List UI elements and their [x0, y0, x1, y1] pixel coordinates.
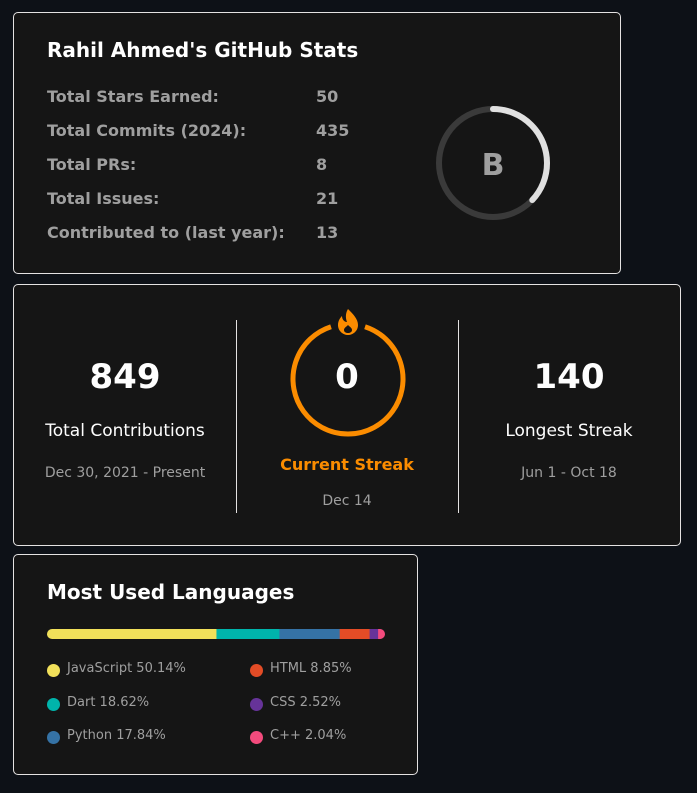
language-bar [47, 629, 385, 639]
longest-streak-section: 140 Longest Streak Jun 1 - Oct 18 [458, 285, 680, 547]
stat-label: Total Issues: [47, 189, 160, 208]
stat-value: 8 [316, 155, 328, 174]
divider-left [236, 320, 237, 513]
longest-streak-range: Jun 1 - Oct 18 [521, 465, 617, 481]
current-streak-label: Current Streak [280, 455, 414, 474]
stat-label: Total PRs: [47, 155, 137, 174]
rank-letter: B [482, 148, 505, 183]
stat-value: 13 [316, 223, 339, 242]
stat-value: 50 [316, 87, 339, 106]
language-label: Python 17.84% [67, 728, 166, 743]
total-contributions-value: 849 [89, 357, 161, 397]
language-color-dot [47, 698, 60, 711]
language-bar-segment-cpp [378, 629, 385, 639]
languages-card: Most Used Languages JavaScript 50.14% Dar… [13, 554, 418, 775]
total-contributions-range: Dec 30, 2021 - Present [44, 465, 206, 481]
language-label: HTML 8.85% [270, 661, 352, 676]
total-contributions-section: 849 Total Contributions Dec 30, 2021 - P… [14, 285, 236, 547]
language-color-dot [47, 664, 60, 677]
language-color-dot [47, 731, 60, 744]
fire-icon [338, 309, 358, 335]
language-label: Dart 18.62% [67, 695, 150, 710]
stat-label: Total Stars Earned: [47, 87, 219, 106]
language-color-dot [250, 731, 263, 744]
github-stats-card: Rahil Ahmed's GitHub Stats Total Stars E… [13, 12, 621, 274]
stats-title: Rahil Ahmed's GitHub Stats [47, 38, 359, 62]
stat-value: 435 [316, 121, 350, 140]
current-streak-date: Dec 14 [322, 493, 372, 509]
language-color-dot [250, 664, 263, 677]
language-label: JavaScript 50.14% [67, 661, 186, 676]
language-color-dot [250, 698, 263, 711]
language-label: CSS 2.52% [270, 695, 342, 710]
language-label: C++ 2.04% [270, 728, 347, 743]
longest-streak-label: Longest Streak [505, 421, 633, 441]
current-streak-value: 0 [335, 357, 359, 397]
language-bar-segment-css [369, 629, 379, 639]
fire-flame [338, 309, 358, 335]
language-bar-segment-dart [216, 629, 280, 639]
streak-card: 849 Total Contributions Dec 30, 2021 - P… [13, 284, 681, 546]
languages-title: Most Used Languages [47, 580, 295, 604]
language-bar-segment-javascript [47, 629, 217, 639]
stat-label: Total Commits (2024): [47, 121, 247, 140]
total-contributions-label: Total Contributions [45, 421, 205, 441]
rank-ring: B [436, 106, 550, 220]
stat-value: 21 [316, 189, 339, 208]
language-bar-segment-python [279, 629, 341, 639]
stat-label: Contributed to (last year): [47, 223, 285, 242]
language-bar-segment-html [339, 629, 371, 639]
longest-streak-value: 140 [533, 357, 605, 397]
